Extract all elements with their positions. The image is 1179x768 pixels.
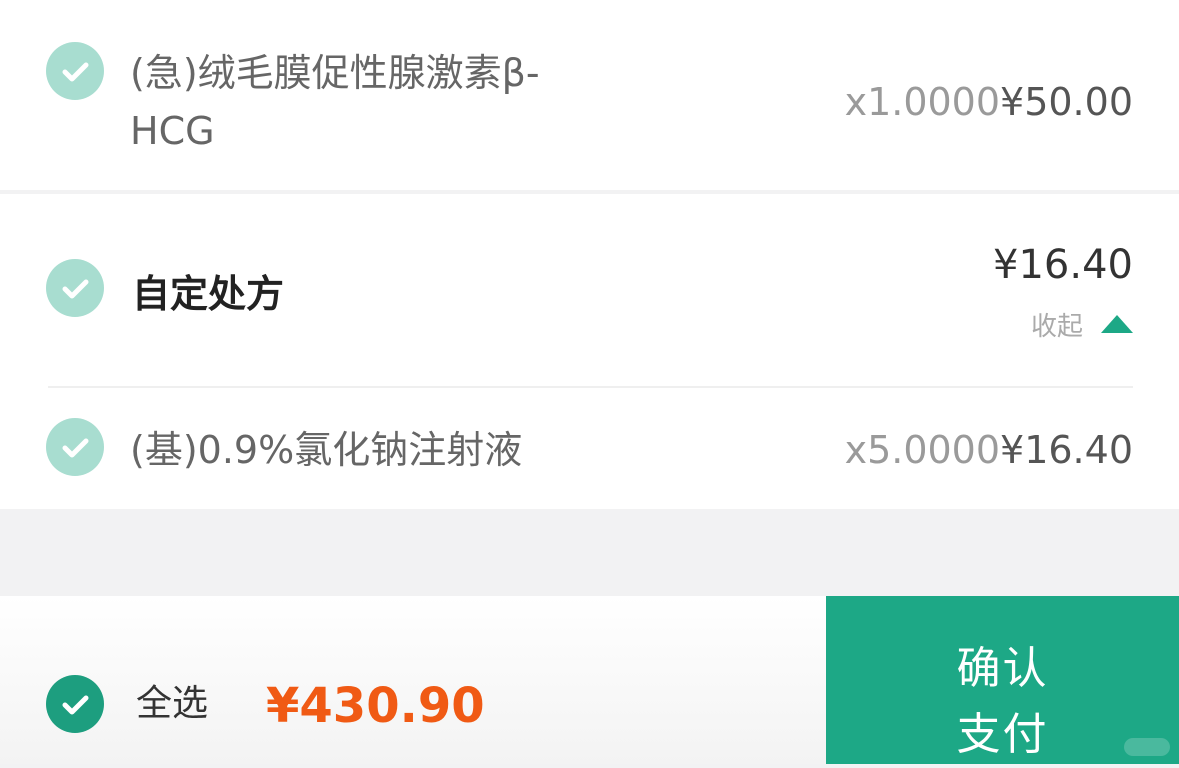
total-price: ¥430.90 xyxy=(266,678,485,734)
item-check-icon[interactable] xyxy=(46,418,104,476)
item-price: ¥50.00 xyxy=(1000,80,1133,124)
divider xyxy=(48,386,1133,388)
item-price: ¥16.40 xyxy=(1000,428,1133,472)
item-quantity: x5.0000 xyxy=(844,428,1001,472)
item-name: (基)0.9%氯化钠注射液 xyxy=(130,428,523,472)
group-title: 自定处方 xyxy=(132,272,285,316)
item-name: (急)绒毛膜促性腺激素β- xyxy=(130,51,540,95)
triangle-up-icon xyxy=(1101,315,1133,333)
item-quantity: x1.0000 xyxy=(844,80,1001,124)
item-qty-price: x5.0000¥16.40 xyxy=(845,425,1133,475)
item-name-continued: HCG xyxy=(130,109,215,153)
select-all-check-icon[interactable] xyxy=(46,675,104,733)
confirm-pay-label: 确认 支付 xyxy=(953,636,1053,768)
group-check-icon[interactable] xyxy=(46,259,104,317)
group-price: ¥16.40 xyxy=(993,242,1133,288)
collapse-label: 收起 xyxy=(1030,311,1083,342)
select-all-label[interactable]: 全选 xyxy=(136,676,208,732)
item-check-icon[interactable] xyxy=(46,42,104,100)
home-indicator xyxy=(1124,738,1170,756)
prescription-item-card: (急)绒毛膜促性腺激素β- HCG x1.0000¥50.00 xyxy=(0,0,1179,190)
confirm-pay-button[interactable]: 确认 支付 xyxy=(826,596,1179,764)
item-qty-price: x1.0000¥50.00 xyxy=(845,77,1133,127)
collapse-button[interactable]: 收起 xyxy=(1031,306,1133,342)
confirm-pay-label-line1: 确认 xyxy=(956,643,1049,694)
confirm-pay-label-line2: 支付 xyxy=(956,709,1049,760)
